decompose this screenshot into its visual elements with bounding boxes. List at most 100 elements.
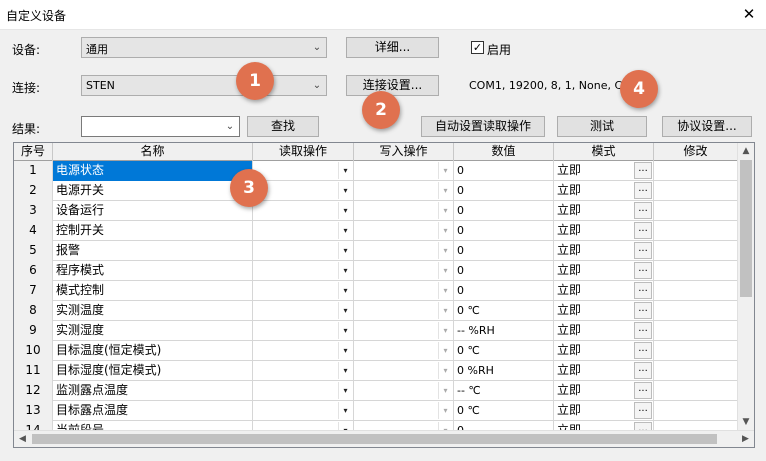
table-row[interactable]: 12 监测露点温度 ▾ ▾ -- ℃ 立即... bbox=[14, 381, 738, 401]
dropdown-arrow-icon[interactable]: ▾ bbox=[338, 342, 352, 359]
dropdown-arrow-icon[interactable]: ▾ bbox=[338, 262, 352, 279]
mode-ellipsis-button[interactable]: ... bbox=[634, 202, 652, 219]
read-op-cell[interactable]: ▾ bbox=[253, 341, 354, 361]
row-mode[interactable]: 立即... bbox=[554, 181, 654, 201]
dropdown-arrow-icon[interactable]: ▾ bbox=[438, 302, 452, 319]
write-op-cell[interactable]: ▾ bbox=[354, 261, 454, 281]
row-value[interactable]: 0 ℃ bbox=[454, 301, 554, 321]
dropdown-arrow-icon[interactable]: ▾ bbox=[338, 182, 352, 199]
dropdown-arrow-icon[interactable]: ▾ bbox=[338, 222, 352, 239]
row-value[interactable]: -- %RH bbox=[454, 321, 554, 341]
row-number[interactable]: 4 bbox=[14, 221, 53, 241]
result-select[interactable]: ⌄ bbox=[81, 116, 240, 137]
mode-ellipsis-button[interactable]: ... bbox=[634, 382, 652, 399]
write-op-cell[interactable]: ▾ bbox=[354, 201, 454, 221]
row-mode[interactable]: 立即... bbox=[554, 241, 654, 261]
row-number[interactable]: 6 bbox=[14, 261, 53, 281]
row-value[interactable]: 0 bbox=[454, 201, 554, 221]
row-value[interactable]: 0 %RH bbox=[454, 361, 554, 381]
horizontal-scroll-thumb[interactable] bbox=[32, 434, 717, 444]
row-mode[interactable]: 立即... bbox=[554, 381, 654, 401]
row-name[interactable]: 电源开关 bbox=[53, 181, 253, 201]
row-number[interactable]: 13 bbox=[14, 401, 53, 421]
dropdown-arrow-icon[interactable]: ▾ bbox=[438, 182, 452, 199]
read-op-cell[interactable]: ▾ bbox=[253, 361, 354, 381]
dropdown-arrow-icon[interactable]: ▾ bbox=[438, 262, 452, 279]
parameter-grid[interactable]: 序号 名称 读取操作 写入操作 数值 模式 修改 1 电源状态 ▾ ▾ 0 立即... 2 电… bbox=[13, 142, 755, 448]
modify-cell[interactable] bbox=[654, 261, 738, 281]
read-op-cell[interactable]: ▾ bbox=[253, 301, 354, 321]
modify-cell[interactable] bbox=[654, 161, 738, 181]
write-op-cell[interactable]: ▾ bbox=[354, 341, 454, 361]
table-row[interactable]: 13 目标露点温度 ▾ ▾ 0 ℃ 立即... bbox=[14, 401, 738, 421]
read-op-cell[interactable]: ▾ bbox=[253, 261, 354, 281]
dropdown-arrow-icon[interactable]: ▾ bbox=[438, 202, 452, 219]
column-header-name[interactable]: 名称 bbox=[53, 143, 253, 161]
row-value[interactable]: 0 bbox=[454, 181, 554, 201]
row-number[interactable]: 9 bbox=[14, 321, 53, 341]
read-op-cell[interactable]: ▾ bbox=[253, 241, 354, 261]
mode-ellipsis-button[interactable]: ... bbox=[634, 162, 652, 179]
find-button[interactable]: 查找 bbox=[247, 116, 319, 137]
write-op-cell[interactable]: ▾ bbox=[354, 281, 454, 301]
column-header-mode[interactable]: 模式 bbox=[554, 143, 654, 161]
row-value[interactable]: 0 bbox=[454, 281, 554, 301]
table-row[interactable]: 4 控制开关 ▾ ▾ 0 立即... bbox=[14, 221, 738, 241]
modify-cell[interactable] bbox=[654, 181, 738, 201]
read-op-cell[interactable]: ▾ bbox=[253, 381, 354, 401]
mode-ellipsis-button[interactable]: ... bbox=[634, 182, 652, 199]
row-name[interactable]: 实测湿度 bbox=[53, 321, 253, 341]
row-number[interactable]: 3 bbox=[14, 201, 53, 221]
table-row[interactable]: 6 程序模式 ▾ ▾ 0 立即... bbox=[14, 261, 738, 281]
dropdown-arrow-icon[interactable]: ▾ bbox=[438, 222, 452, 239]
dropdown-arrow-icon[interactable]: ▾ bbox=[338, 162, 352, 179]
modify-cell[interactable] bbox=[654, 201, 738, 221]
row-name[interactable]: 报警 bbox=[53, 241, 253, 261]
write-op-cell[interactable]: ▾ bbox=[354, 161, 454, 181]
protocol-settings-button[interactable]: 协议设置... bbox=[662, 116, 752, 137]
row-mode[interactable]: 立即... bbox=[554, 321, 654, 341]
row-mode[interactable]: 立即... bbox=[554, 261, 654, 281]
read-op-cell[interactable]: ▾ bbox=[253, 281, 354, 301]
table-row[interactable]: 10 目标温度(恒定模式) ▾ ▾ 0 ℃ 立即... bbox=[14, 341, 738, 361]
auto-read-setup-button[interactable]: 自动设置读取操作 bbox=[421, 116, 545, 137]
connection-select[interactable]: STEN ⌄ bbox=[81, 75, 327, 96]
dropdown-arrow-icon[interactable]: ▾ bbox=[438, 342, 452, 359]
table-row[interactable]: 2 电源开关 ▾ ▾ 0 立即... bbox=[14, 181, 738, 201]
enable-checkbox[interactable]: ✓ bbox=[471, 41, 484, 54]
row-mode[interactable]: 立即... bbox=[554, 201, 654, 221]
row-value[interactable]: -- ℃ bbox=[454, 381, 554, 401]
row-value[interactable]: 0 bbox=[454, 241, 554, 261]
read-op-cell[interactable]: ▾ bbox=[253, 161, 354, 181]
table-row[interactable]: 1 电源状态 ▾ ▾ 0 立即... bbox=[14, 161, 738, 181]
modify-cell[interactable] bbox=[654, 341, 738, 361]
table-row[interactable]: 5 报警 ▾ ▾ 0 立即... bbox=[14, 241, 738, 261]
write-op-cell[interactable]: ▾ bbox=[354, 241, 454, 261]
dropdown-arrow-icon[interactable]: ▾ bbox=[338, 362, 352, 379]
mode-ellipsis-button[interactable]: ... bbox=[634, 302, 652, 319]
modify-cell[interactable] bbox=[654, 321, 738, 341]
row-name[interactable]: 实测温度 bbox=[53, 301, 253, 321]
dropdown-arrow-icon[interactable]: ▾ bbox=[338, 382, 352, 399]
modify-cell[interactable] bbox=[654, 361, 738, 381]
dropdown-arrow-icon[interactable]: ▾ bbox=[338, 202, 352, 219]
write-op-cell[interactable]: ▾ bbox=[354, 361, 454, 381]
dropdown-arrow-icon[interactable]: ▾ bbox=[438, 162, 452, 179]
write-op-cell[interactable]: ▾ bbox=[354, 181, 454, 201]
scroll-right-icon[interactable]: ▶ bbox=[737, 431, 754, 447]
row-mode[interactable]: 立即... bbox=[554, 301, 654, 321]
column-header-write-op[interactable]: 写入操作 bbox=[354, 143, 454, 161]
column-header-read-op[interactable]: 读取操作 bbox=[253, 143, 354, 161]
table-row[interactable]: 9 实测湿度 ▾ ▾ -- %RH 立即... bbox=[14, 321, 738, 341]
dropdown-arrow-icon[interactable]: ▾ bbox=[438, 402, 452, 419]
row-name[interactable]: 目标湿度(恒定模式) bbox=[53, 361, 253, 381]
mode-ellipsis-button[interactable]: ... bbox=[634, 242, 652, 259]
row-name[interactable]: 电源状态 bbox=[53, 161, 253, 181]
modify-cell[interactable] bbox=[654, 241, 738, 261]
vertical-scrollbar[interactable]: ▲ ▼ bbox=[737, 143, 754, 431]
row-mode[interactable]: 立即... bbox=[554, 361, 654, 381]
read-op-cell[interactable]: ▾ bbox=[253, 401, 354, 421]
row-value[interactable]: 0 ℃ bbox=[454, 401, 554, 421]
table-row[interactable]: 7 模式控制 ▾ ▾ 0 立即... bbox=[14, 281, 738, 301]
column-header-no[interactable]: 序号 bbox=[14, 143, 53, 161]
